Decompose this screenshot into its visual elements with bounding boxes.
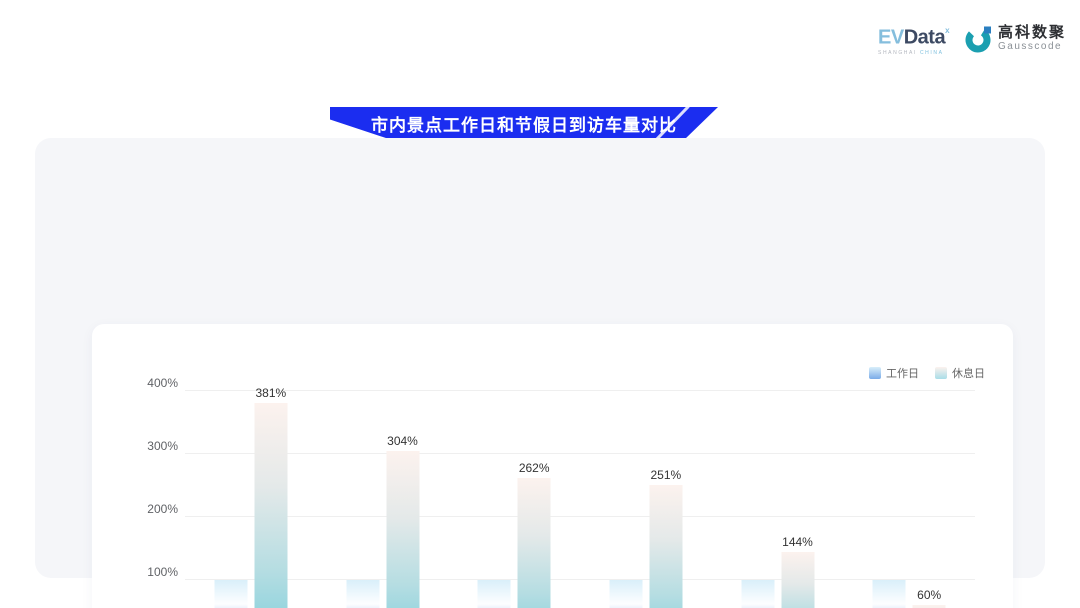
y-axis-tick: 200%	[130, 502, 178, 516]
bar-pair: 262%	[478, 478, 551, 608]
bar-pair: 381%	[214, 403, 287, 608]
bar-休息日: 304%	[386, 451, 419, 608]
bar-工作日	[214, 580, 247, 608]
page: EVDataˣ SHANGHAI CHINA 高科数聚 Gausscode 市内…	[0, 0, 1080, 608]
bar-value-label: 262%	[519, 461, 550, 475]
evdata-ev: EV	[878, 27, 904, 49]
evdata-subtext: SHANGHAI CHINA	[878, 50, 943, 56]
evdata-wordmark: EVDataˣ	[878, 22, 949, 48]
chart-legend: 工作日 休息日	[869, 365, 985, 381]
gausscode-name-cn: 高科数聚	[998, 25, 1066, 40]
bar-group: 304%上海欢乐谷	[317, 391, 449, 608]
bar-value-label: 144%	[782, 535, 813, 549]
chart-plot-area: 0%100%200%300%400%381%辰山植物园304%上海欢乐谷262%…	[185, 391, 975, 608]
chart-panel: 工作日休息日 0%100%200%300%400%381%辰山植物园304%上海…	[35, 138, 1045, 578]
bar-group: 262%广富林	[448, 391, 580, 608]
y-axis-tick: 300%	[130, 439, 178, 453]
title-banner: 市内景点工作日和节假日到访车量对比	[330, 107, 718, 140]
page-title: 市内景点工作日和节假日到访车量对比	[371, 111, 677, 136]
bar-pair: 304%	[346, 451, 419, 608]
bar-value-label: 251%	[650, 468, 681, 482]
gausscode-name-en: Gausscode	[998, 42, 1066, 52]
legend-item-工作日[interactable]: 工作日	[869, 365, 919, 381]
gausscode-g-icon	[965, 25, 993, 53]
evdata-superscript-x-icon: ˣ	[945, 25, 949, 39]
bar-group: 144%上海迪士尼度假区	[712, 391, 844, 608]
bar-工作日	[609, 580, 642, 608]
bar-工作日	[478, 580, 511, 608]
bar-groups: 381%辰山植物园304%上海欢乐谷262%广富林251%上海野生动物园144%…	[185, 391, 975, 608]
header-logos: EVDataˣ SHANGHAI CHINA 高科数聚 Gausscode	[878, 22, 1066, 56]
bar-休息日: 251%	[649, 485, 682, 608]
legend-swatch-icon	[869, 367, 881, 379]
chart-card: 工作日休息日 0%100%200%300%400%381%辰山植物园304%上海…	[92, 324, 1013, 608]
y-axis-tick: 400%	[130, 376, 178, 390]
bar-休息日: 262%	[518, 478, 551, 608]
bar-value-label: 60%	[917, 588, 941, 602]
bar-休息日: 144%	[781, 552, 814, 608]
legend-item-休息日[interactable]: 休息日	[935, 365, 985, 381]
bar-工作日	[873, 580, 906, 608]
bar-value-label: 304%	[387, 434, 418, 448]
evdata-logo: EVDataˣ SHANGHAI CHINA	[878, 22, 949, 56]
bar-pair: 251%	[609, 485, 682, 608]
y-axis-tick: 100%	[130, 565, 178, 579]
evdata-data: Data	[904, 27, 945, 49]
legend-label: 休息日	[952, 365, 985, 381]
bar-group: 381%辰山植物园	[185, 391, 317, 608]
bar-value-label: 381%	[255, 386, 286, 400]
bar-group: 251%上海野生动物园	[580, 391, 712, 608]
bar-pair: 60%	[873, 580, 946, 608]
bar-休息日: 381%	[254, 403, 287, 608]
bar-group: 60%国家会展中心(上海)	[843, 391, 975, 608]
legend-label: 工作日	[886, 365, 919, 381]
legend-swatch-icon	[935, 367, 947, 379]
bar-工作日	[346, 580, 379, 608]
bar-pair: 144%	[741, 552, 814, 608]
gausscode-logo: 高科数聚 Gausscode	[965, 25, 1066, 53]
bar-工作日	[741, 580, 774, 608]
